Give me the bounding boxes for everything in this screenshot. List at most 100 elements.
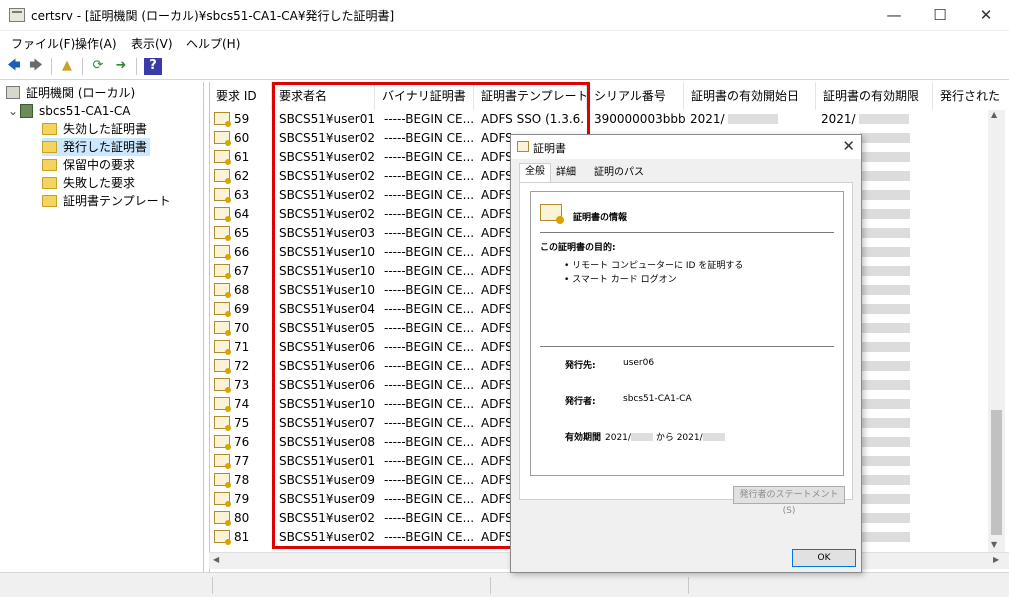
row-template: ADFS — [481, 321, 511, 335]
column-header-issued[interactable]: 発行された — [934, 82, 1009, 110]
tab-cert-path[interactable]: 証明のパス — [589, 165, 649, 182]
certificate-icon — [214, 245, 231, 260]
menu-help[interactable]: ヘルプ(H) — [186, 35, 240, 52]
maximize-button[interactable]: ☐ — [917, 0, 963, 31]
dialog-title-bar: 証明書 ✕ — [511, 135, 861, 159]
row-request-id: 63 — [214, 186, 272, 205]
row-id-text: 65 — [234, 226, 250, 240]
column-header-binary[interactable]: バイナリ証明書 — [376, 82, 474, 110]
row-expire-date: 2021/ — [821, 110, 931, 129]
row-template: ADFS — [481, 454, 511, 468]
certificate-info-icon — [540, 204, 564, 224]
row-request-id: 72 — [214, 357, 272, 376]
row-requester: SBCS51¥user10 — [279, 264, 375, 278]
redacted-block — [860, 418, 910, 428]
title-bar: certsrv - [証明機関 (ローカル)¥sbcs51-CA1-CA¥発行し… — [0, 0, 1009, 31]
scroll-thumb[interactable] — [991, 410, 1002, 535]
row-request-id: 67 — [214, 262, 272, 281]
certificate-icon — [214, 207, 231, 222]
up-folder-icon[interactable]: ▲ — [58, 58, 76, 75]
tab-details[interactable]: 詳細 — [551, 165, 581, 182]
tree-item-pending[interactable]: 保留中の要求 — [42, 156, 135, 174]
redacted-block — [860, 361, 910, 371]
row-request-id: 71 — [214, 338, 272, 357]
scroll-left-arrow-icon[interactable]: ◀ — [213, 555, 219, 564]
vertical-scrollbar[interactable]: ▲ ▼ — [988, 110, 1005, 552]
minimize-button[interactable]: — — [871, 0, 917, 31]
row-requester: SBCS51¥user10 — [279, 397, 375, 411]
close-button[interactable]: ✕ — [963, 0, 1009, 31]
tree-item-failed[interactable]: 失敗した要求 — [42, 174, 135, 192]
tree-ca-label: sbcs51-CA1-CA — [39, 104, 131, 118]
row-request-id: 68 — [214, 281, 272, 300]
menu-action[interactable]: 操作(A) — [75, 35, 117, 52]
row-id-text: 74 — [234, 397, 250, 411]
column-header-expire-date[interactable]: 証明書の有効期限 — [817, 82, 933, 110]
row-binary-certificate: -----BEGIN CE... — [384, 264, 474, 278]
column-header-requester[interactable]: 要求者名 — [273, 82, 375, 110]
column-header-template[interactable]: 証明書テンプレート — [475, 82, 587, 110]
certificate-icon — [214, 283, 231, 298]
tree-item-issued[interactable]: 発行した証明書 — [42, 138, 151, 156]
refresh-icon[interactable]: ⟳ — [89, 58, 107, 75]
dialog-close-icon[interactable]: ✕ — [842, 137, 855, 155]
row-id-text: 60 — [234, 131, 250, 145]
certificate-icon — [214, 188, 231, 203]
tree-item-revoked[interactable]: 失効した証明書 — [42, 120, 147, 138]
row-request-id: 59 — [214, 110, 272, 129]
row-requester: SBCS51¥user06 — [279, 378, 375, 392]
ok-button[interactable]: OK — [792, 549, 856, 567]
row-requester: SBCS51¥user09 — [279, 492, 375, 506]
export-list-icon[interactable]: ➜ — [112, 58, 130, 75]
row-id-text: 72 — [234, 359, 250, 373]
tree-item-label: 保留中の要求 — [63, 158, 136, 172]
row-binary-certificate: -----BEGIN CE... — [384, 112, 474, 126]
help-icon[interactable]: ? — [144, 58, 162, 75]
menu-bar: ファイル(F) 操作(A) 表示(V) ヘルプ(H) — [0, 31, 1009, 53]
row-request-id: 74 — [214, 395, 272, 414]
row-binary-certificate: -----BEGIN CE... — [384, 530, 474, 544]
tree-item-templates[interactable]: 証明書テンプレート — [42, 192, 171, 210]
row-id-text: 81 — [234, 530, 250, 544]
certificate-icon — [214, 397, 231, 412]
row-binary-certificate: -----BEGIN CE... — [384, 492, 474, 506]
certificate-icon — [214, 511, 231, 526]
redacted-block — [860, 437, 910, 447]
menu-view[interactable]: 表示(V) — [131, 35, 173, 52]
row-request-id: 62 — [214, 167, 272, 186]
certificate-icon — [214, 378, 231, 393]
folder-icon — [42, 159, 57, 171]
redacted-block — [860, 152, 910, 162]
issuer-statement-button[interactable]: 発行者のステートメント(S) — [733, 486, 845, 516]
row-id-text: 61 — [234, 150, 250, 164]
back-arrow-icon[interactable]: 🡄 — [5, 58, 23, 75]
redacted-block — [702, 433, 725, 441]
tree-item-label: 証明書テンプレート — [63, 194, 171, 208]
menu-file[interactable]: ファイル(F) — [11, 35, 75, 52]
row-id-text: 77 — [234, 454, 250, 468]
row-binary-certificate: -----BEGIN CE... — [384, 169, 474, 183]
tree-item-ca[interactable]: ⌄ sbcs51-CA1-CA — [8, 102, 130, 120]
column-header-start-date[interactable]: 証明書の有効開始日 — [685, 82, 816, 110]
row-requester: SBCS51¥user02 — [279, 169, 375, 183]
tree-item-label: 失効した証明書 — [63, 122, 148, 136]
column-header-serial[interactable]: シリアル番号 — [588, 82, 684, 110]
scroll-down-arrow-icon[interactable]: ▼ — [991, 540, 997, 549]
row-id-text: 80 — [234, 511, 250, 525]
row-requester: SBCS51¥user04 — [279, 302, 375, 316]
forward-arrow-icon[interactable]: 🡆 — [27, 58, 45, 75]
expand-chevron-icon[interactable]: ⌄ — [8, 102, 20, 120]
toolbar: 🡄 🡆 ▲ ⟳ ➜ ? — [0, 53, 1009, 80]
tab-general[interactable]: 全般 — [519, 163, 551, 183]
scroll-right-arrow-icon[interactable]: ▶ — [993, 555, 999, 564]
row-requester: SBCS51¥user02 — [279, 188, 375, 202]
divider — [540, 346, 834, 347]
row-id-text: 71 — [234, 340, 250, 354]
row-template: ADFS — [481, 188, 511, 202]
purpose-heading: この証明書の目的: — [540, 243, 616, 253]
tree-item-root[interactable]: 証明機関 (ローカル) — [6, 84, 135, 102]
redacted-block — [860, 304, 910, 314]
certificate-icon — [214, 169, 231, 184]
column-header-request-id[interactable]: 要求 ID — [210, 82, 272, 110]
scroll-up-arrow-icon[interactable]: ▲ — [991, 110, 997, 119]
